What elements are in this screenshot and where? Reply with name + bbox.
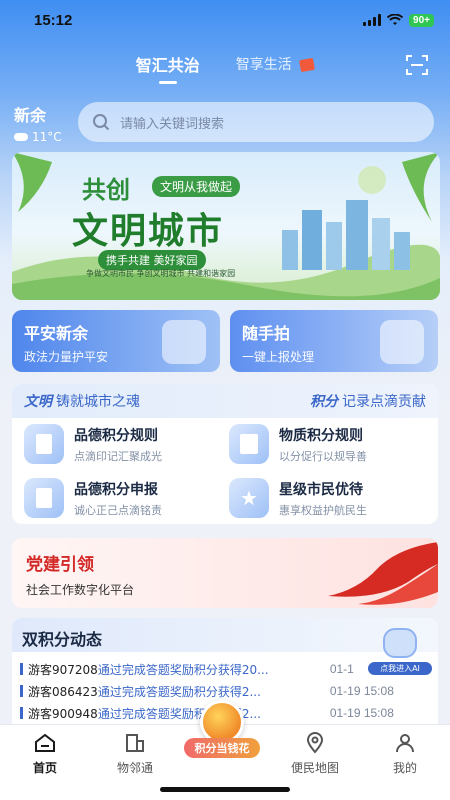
snapshot-card[interactable]: 随手拍 一键上报处理 bbox=[230, 310, 438, 372]
robot-icon bbox=[383, 628, 417, 658]
wifi-icon bbox=[387, 14, 404, 25]
search-placeholder: 请输入关键词搜索 bbox=[120, 116, 225, 132]
star-citizen-benefits-title: 星级市民优待 bbox=[279, 481, 363, 498]
feed-text: 通过完成答题奖励积分获得20... bbox=[97, 662, 269, 677]
feed-user: 游客907208 bbox=[28, 662, 98, 677]
moral-points-declare-title: 品德积分申报 bbox=[74, 481, 158, 498]
points-section: 文明 铸就城市之魂 积分 记录点滴贡献 品德积分规则 点滴印记汇聚成光 物质积分… bbox=[12, 384, 438, 524]
search-icon bbox=[93, 114, 110, 131]
feed-text: 通过完成答题奖励积分获得2... bbox=[97, 684, 261, 699]
moral-points-rules-subtitle: 点滴印记汇聚成光 bbox=[74, 449, 162, 463]
material-points-rules[interactable]: 物质积分规则 以分促行以规导善 bbox=[225, 424, 430, 464]
scan-icon[interactable] bbox=[406, 54, 428, 76]
document-icon bbox=[24, 424, 64, 464]
feed-row-marker bbox=[20, 663, 23, 675]
material-points-rules-title: 物质积分规则 bbox=[279, 427, 363, 444]
nav-map-label: 便民地图 bbox=[290, 761, 339, 775]
map-pin-icon bbox=[306, 732, 324, 754]
moral-points-declare[interactable]: 品德积分申报 诚心正己点滴铭责 bbox=[20, 478, 225, 518]
cloud-icon bbox=[14, 133, 28, 141]
user-icon bbox=[396, 734, 414, 753]
city-name: 新余 bbox=[14, 106, 47, 125]
status-time: 15:12 bbox=[34, 11, 73, 29]
temperature: 11°C bbox=[32, 130, 62, 144]
nav-home[interactable]: 首页 bbox=[10, 731, 80, 800]
battery-indicator: 90+ bbox=[409, 13, 434, 27]
points-header-right: 积分 记录点滴贡献 bbox=[310, 391, 426, 411]
edit-document-icon bbox=[24, 478, 64, 518]
feed-user: 游客900948 bbox=[28, 706, 98, 721]
banner-slogan: 携手共建 美好家园 bbox=[98, 250, 206, 270]
moral-points-declare-subtitle: 诚心正己点滴铭责 bbox=[74, 503, 162, 517]
material-points-rules-subtitle: 以分促行以规导善 bbox=[279, 449, 367, 463]
banner-title-main: 文明城市 bbox=[72, 210, 225, 252]
feed-row-marker bbox=[20, 685, 23, 697]
points-header-left: 文明 铸就城市之魂 bbox=[24, 391, 140, 411]
ai-assistant-button[interactable]: 点我进入AI bbox=[368, 628, 432, 684]
safe-city-card[interactable]: 平安新余 政法力量护平安 bbox=[12, 310, 220, 372]
points-as-money-label: 积分当钱花 bbox=[184, 738, 260, 758]
tab-governance[interactable]: 智汇共治 bbox=[136, 52, 200, 84]
nav-map[interactable]: 便民地图 bbox=[280, 731, 350, 800]
status-bar: 15:12 90+ bbox=[0, 0, 450, 40]
star-citizen-benefits[interactable]: ★ 星级市民优待 惠享权益护航民生 bbox=[225, 478, 430, 518]
camera-icon bbox=[380, 320, 424, 364]
moral-points-rules-title: 品德积分规则 bbox=[74, 427, 158, 444]
points-left-accent: 文明 bbox=[24, 394, 52, 410]
feed-time: 01-1 bbox=[329, 662, 354, 676]
star-icon: ★ bbox=[229, 478, 269, 518]
cards-icon bbox=[299, 57, 316, 73]
signal-icon bbox=[363, 14, 382, 26]
ai-label: 点我进入AI bbox=[368, 662, 432, 675]
tab-life-label: 智享生活 bbox=[235, 57, 292, 73]
banner[interactable]: 共创 文明从我做起 文明城市 携手共建 美好家园 争做文明市民 争创文明城市 共… bbox=[12, 152, 440, 300]
weather: 11°C bbox=[14, 130, 62, 144]
nav-neighbor-label: 物邻通 bbox=[116, 761, 153, 775]
nav-home-label: 首页 bbox=[32, 761, 57, 775]
banner-caption: 争做文明市民 争创文明城市 共建和谐家园 bbox=[86, 269, 236, 278]
banner-title-top: 共创 bbox=[82, 175, 130, 204]
tab-life[interactable]: 智享生活 bbox=[235, 54, 316, 74]
building-icon bbox=[126, 734, 144, 752]
banner-tagline: 文明从我做起 bbox=[152, 176, 241, 197]
feed-time: 01-19 15:08 bbox=[329, 684, 394, 698]
points-right-accent: 积分 bbox=[310, 394, 338, 410]
points-left-title: 铸就城市之魂 bbox=[56, 394, 140, 410]
points-grid: 品德积分规则 点滴印记汇聚成光 物质积分规则 以分促行以规导善 品德积分申报 诚… bbox=[12, 418, 438, 518]
feed-title: 双积分动态 bbox=[22, 630, 103, 649]
party-building-card[interactable]: 党建引领 社会工作数字化平台 bbox=[12, 538, 438, 608]
home-icon bbox=[35, 733, 55, 752]
shield-icon bbox=[162, 320, 206, 364]
points-as-money-button[interactable]: 积分当钱花 bbox=[184, 700, 260, 760]
points-right-title: 记录点滴贡献 bbox=[342, 394, 426, 410]
book-icon bbox=[229, 424, 269, 464]
home-indicator bbox=[160, 787, 290, 792]
moral-points-rules[interactable]: 品德积分规则 点滴印记汇聚成光 bbox=[20, 424, 225, 464]
feed-user: 游客086423 bbox=[28, 684, 98, 699]
points-header: 文明 铸就城市之魂 积分 记录点滴贡献 bbox=[12, 384, 438, 418]
nav-profile[interactable]: 我的 bbox=[370, 731, 440, 800]
search-input[interactable]: 请输入关键词搜索 bbox=[78, 102, 434, 142]
top-tabs: 智汇共治 智享生活 bbox=[0, 50, 450, 84]
nav-profile-label: 我的 bbox=[392, 761, 417, 775]
feed-row-marker bbox=[20, 707, 23, 719]
feed-time: 01-19 15:08 bbox=[329, 706, 394, 720]
location-weather[interactable]: 新余 11°C bbox=[14, 102, 62, 144]
star-citizen-benefits-subtitle: 惠享权益护航民生 bbox=[279, 503, 367, 517]
red-flag-icon bbox=[328, 542, 438, 605]
status-icons: 90+ bbox=[363, 13, 434, 27]
